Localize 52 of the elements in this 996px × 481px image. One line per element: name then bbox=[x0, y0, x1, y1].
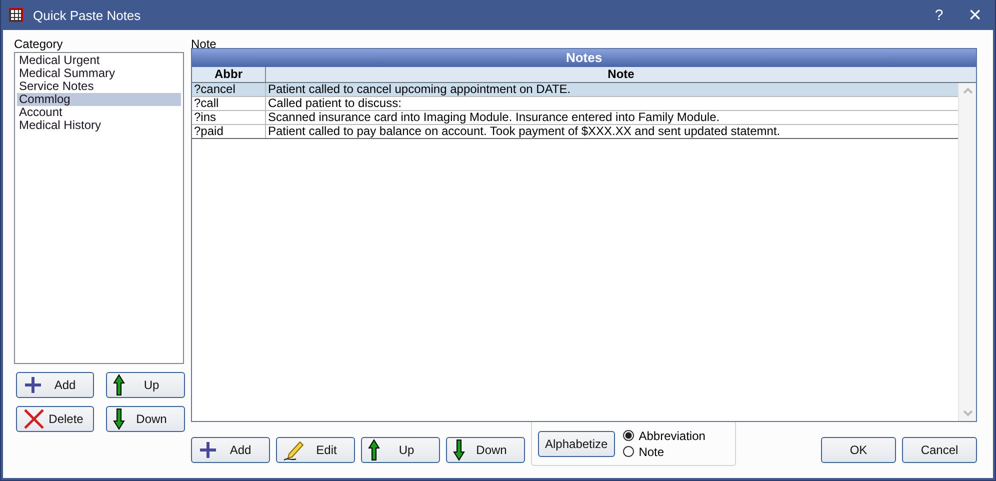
down-arrow-icon bbox=[453, 439, 465, 461]
scroll-down-icon[interactable] bbox=[962, 409, 972, 417]
action-button[interactable]: Down bbox=[106, 406, 185, 432]
grid-title: Notes bbox=[192, 49, 976, 67]
column-header[interactable]: Abbr bbox=[192, 67, 266, 82]
dialog-button[interactable]: OK bbox=[821, 437, 896, 463]
category-item[interactable]: Account bbox=[17, 106, 181, 119]
table-cell: ?paid bbox=[192, 125, 266, 138]
close-icon bbox=[23, 408, 45, 430]
action-button[interactable]: Up bbox=[361, 437, 440, 463]
plus-icon bbox=[198, 440, 218, 460]
category-item[interactable]: Medical Summary bbox=[17, 67, 181, 80]
action-button[interactable]: Up bbox=[106, 372, 185, 398]
category-item[interactable]: Commlog bbox=[17, 93, 181, 106]
table-cell: ?cancel bbox=[192, 83, 266, 96]
pencil-icon bbox=[283, 439, 305, 461]
table-row[interactable]: ?call Called patient to discuss: bbox=[192, 97, 958, 111]
scroll-up-icon[interactable] bbox=[962, 87, 972, 95]
category-item[interactable]: Medical Urgent bbox=[17, 54, 181, 67]
help-button[interactable]: ? bbox=[921, 1, 957, 29]
window-title: Quick Paste Notes bbox=[33, 8, 141, 22]
down-arrow-icon bbox=[113, 408, 125, 430]
radio-button[interactable] bbox=[622, 446, 634, 457]
table-cell-text: Patient called to cancel upcoming appointment on DATE. bbox=[267, 83, 572, 96]
table-row[interactable]: ?paid Patient called to pay balance on account. Took payment of $XXX.XX and sent updated statemnt. bbox=[192, 125, 958, 139]
dialog-button[interactable]: Cancel bbox=[902, 437, 977, 463]
radio-button[interactable] bbox=[622, 430, 634, 441]
up-arrow-icon bbox=[113, 374, 125, 396]
action-button[interactable]: Delete bbox=[16, 406, 94, 432]
alphabetize-button[interactable]: Alphabetize bbox=[538, 430, 615, 456]
action-button[interactable]: Add bbox=[16, 372, 94, 398]
table-cell-text: Called patient to discuss: bbox=[267, 97, 402, 110]
table-row[interactable]: ?cancel Patient called to cancel upcoming appointment on DATE. bbox=[192, 83, 958, 97]
table-cell-text: Scanned insurance card into Imaging Module. Insurance entered into Family Module. bbox=[267, 111, 721, 124]
table-cell-text: Patient called to pay balance on account. Took payment of $XXX.XX and sent updated statemnt. bbox=[267, 125, 782, 138]
up-arrow-icon bbox=[368, 439, 380, 461]
close-button[interactable]: × bbox=[957, 1, 993, 29]
table-cell: ?call bbox=[192, 97, 266, 110]
grid-icon bbox=[9, 8, 23, 22]
category-label: Category bbox=[14, 36, 64, 53]
radio-option[interactable]: Note bbox=[622, 444, 706, 458]
table-row[interactable]: ?ins Scanned insurance card into Imaging Module. Insurance entered into Family Module. bbox=[192, 111, 958, 125]
table-cell: ?ins bbox=[192, 111, 266, 124]
scrollbar[interactable] bbox=[958, 83, 976, 421]
plus-icon bbox=[23, 375, 43, 395]
category-item[interactable]: Service Notes bbox=[17, 80, 181, 93]
action-button[interactable]: Edit bbox=[276, 437, 355, 463]
radio-option[interactable]: Abbreviation bbox=[622, 428, 706, 442]
action-button[interactable]: Down bbox=[446, 437, 525, 463]
category-item[interactable]: Medical History bbox=[17, 119, 181, 132]
action-button[interactable]: Add bbox=[191, 437, 270, 463]
column-header[interactable]: Note bbox=[266, 67, 976, 82]
